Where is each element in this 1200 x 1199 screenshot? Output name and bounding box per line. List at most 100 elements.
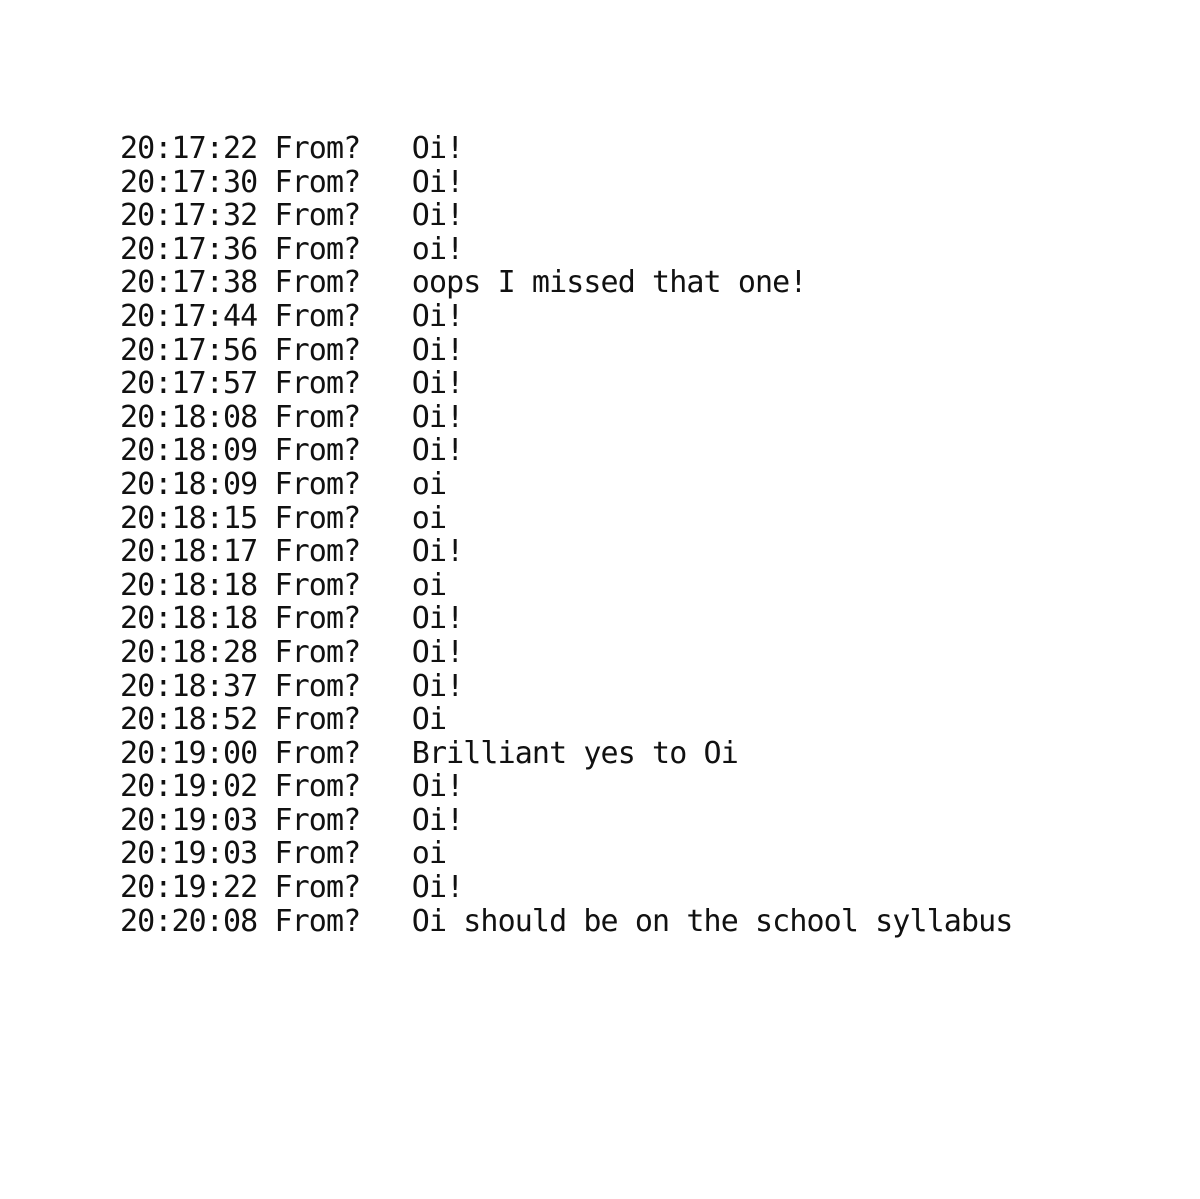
message-timestamp: 20:18:17 (120, 534, 258, 570)
message-sender: From? (274, 534, 361, 570)
message-sender: From? (274, 399, 361, 435)
column-gap-sender-message (360, 433, 412, 468)
chat-line: 20:18:17 From? Oi! (120, 535, 1180, 569)
message-sender: From? (274, 567, 361, 603)
message-text: oi (411, 500, 447, 536)
chat-line: 20:17:30 From? Oi! (120, 164, 1180, 200)
message-sender: From? (274, 198, 361, 234)
chat-line: 20:17:22 From? Oi! (120, 132, 1180, 166)
message-timestamp: 20:17:44 (120, 298, 258, 334)
message-sender: From? (274, 164, 361, 200)
message-timestamp: 20:18:15 (120, 500, 258, 536)
chat-line: 20:19:03 From? oi (120, 837, 1180, 871)
message-timestamp: 20:18:18 (120, 567, 258, 603)
message-text: Oi (411, 702, 447, 738)
chat-line: 20:17:57 From? Oi! (120, 367, 1180, 401)
message-text: Oi! (411, 601, 464, 637)
message-sender: From? (274, 433, 361, 469)
message-sender: From? (274, 668, 361, 704)
column-gap-time-sender (257, 769, 274, 804)
column-gap-sender-message (360, 299, 412, 334)
chat-line: 20:18:09 From? Oi! (120, 434, 1180, 468)
column-gap-time-sender (257, 904, 274, 939)
column-gap-sender-message (360, 198, 412, 233)
column-gap-sender-message (360, 366, 412, 401)
chat-line: 20:17:44 From? Oi! (120, 300, 1180, 334)
message-text: Oi! (411, 534, 464, 570)
message-timestamp: 20:19:00 (120, 735, 258, 771)
column-gap-sender-message (360, 165, 412, 200)
message-timestamp: 20:19:02 (120, 769, 258, 805)
message-text: Oi! (411, 131, 464, 166)
column-gap-sender-message (360, 534, 412, 569)
column-gap-time-sender (257, 400, 274, 435)
column-gap-sender-message (360, 568, 412, 603)
message-text: Oi! (411, 668, 464, 704)
message-timestamp: 20:17:36 (120, 231, 258, 267)
chat-line: 20:19:03 From? Oi! (120, 804, 1180, 838)
chat-line: 20:18:08 From? Oi! (120, 399, 1180, 435)
message-text: Oi! (411, 164, 464, 200)
message-timestamp: 20:18:28 (120, 634, 258, 670)
chat-line: 20:17:36 From? oi! (120, 231, 1180, 267)
message-text: Oi! (411, 634, 464, 670)
message-timestamp: 20:18:08 (120, 399, 258, 435)
message-text: Oi! (411, 198, 464, 234)
chat-line: 20:18:37 From? Oi! (120, 668, 1180, 704)
message-text: oi! (411, 231, 464, 267)
message-text: Oi should be on the school syllabus (411, 903, 1014, 939)
message-sender: From? (274, 870, 361, 906)
column-gap-time-sender (257, 265, 274, 300)
message-sender: From? (274, 265, 361, 301)
column-gap-sender-message (360, 669, 412, 704)
message-text: Oi! (411, 332, 464, 368)
message-timestamp: 20:17:30 (120, 164, 258, 200)
column-gap-time-sender (257, 669, 274, 704)
message-sender: From? (274, 802, 361, 838)
message-sender: From? (274, 702, 361, 738)
column-gap-time-sender (257, 836, 274, 871)
message-text: Oi! (411, 769, 464, 805)
column-gap-time-sender (257, 501, 274, 536)
column-gap-time-sender (257, 131, 274, 166)
column-gap-time-sender (257, 870, 274, 905)
message-sender: From? (274, 366, 361, 402)
column-gap-sender-message (360, 803, 412, 838)
column-gap-time-sender (257, 232, 274, 267)
column-gap-time-sender (257, 736, 274, 771)
message-text: Oi! (411, 433, 464, 469)
message-timestamp: 20:17:22 (120, 131, 258, 166)
column-gap-time-sender (257, 333, 274, 368)
chat-transcript: 20:17:22 From? Oi! 20:17:30 From? Oi! 20:1… (120, 132, 1180, 938)
column-gap-sender-message (360, 769, 412, 804)
message-sender: From? (274, 769, 361, 805)
chat-line: 20:20:08 From? Oi should be on the schoo… (120, 903, 1180, 939)
message-text: oi (411, 836, 447, 872)
message-timestamp: 20:17:57 (120, 366, 258, 402)
chat-line: 20:18:18 From? Oi! (120, 602, 1180, 636)
column-gap-time-sender (257, 366, 274, 401)
column-gap-sender-message (360, 904, 412, 939)
message-timestamp: 20:19:03 (120, 836, 258, 872)
column-gap-sender-message (360, 400, 412, 435)
message-timestamp: 20:19:22 (120, 870, 258, 906)
message-sender: From? (274, 131, 361, 166)
message-timestamp: 20:19:03 (120, 802, 258, 838)
message-timestamp: 20:18:18 (120, 601, 258, 637)
message-timestamp: 20:20:08 (120, 903, 258, 939)
message-sender: From? (274, 601, 361, 637)
message-sender: From? (274, 500, 361, 536)
chat-line: 20:18:28 From? Oi! (120, 636, 1180, 670)
column-gap-time-sender (257, 467, 274, 502)
chat-line: 20:18:18 From? oi (120, 567, 1180, 603)
message-text: Oi! (411, 399, 464, 435)
message-text: Oi! (411, 366, 464, 402)
column-gap-sender-message (360, 467, 412, 502)
message-timestamp: 20:18:09 (120, 466, 258, 502)
column-gap-time-sender (257, 534, 274, 569)
message-sender: From? (274, 332, 361, 368)
message-sender: From? (274, 231, 361, 267)
message-text: Brilliant yes to Oi (411, 735, 739, 771)
chat-line: 20:17:32 From? Oi! (120, 199, 1180, 233)
column-gap-sender-message (360, 635, 412, 670)
